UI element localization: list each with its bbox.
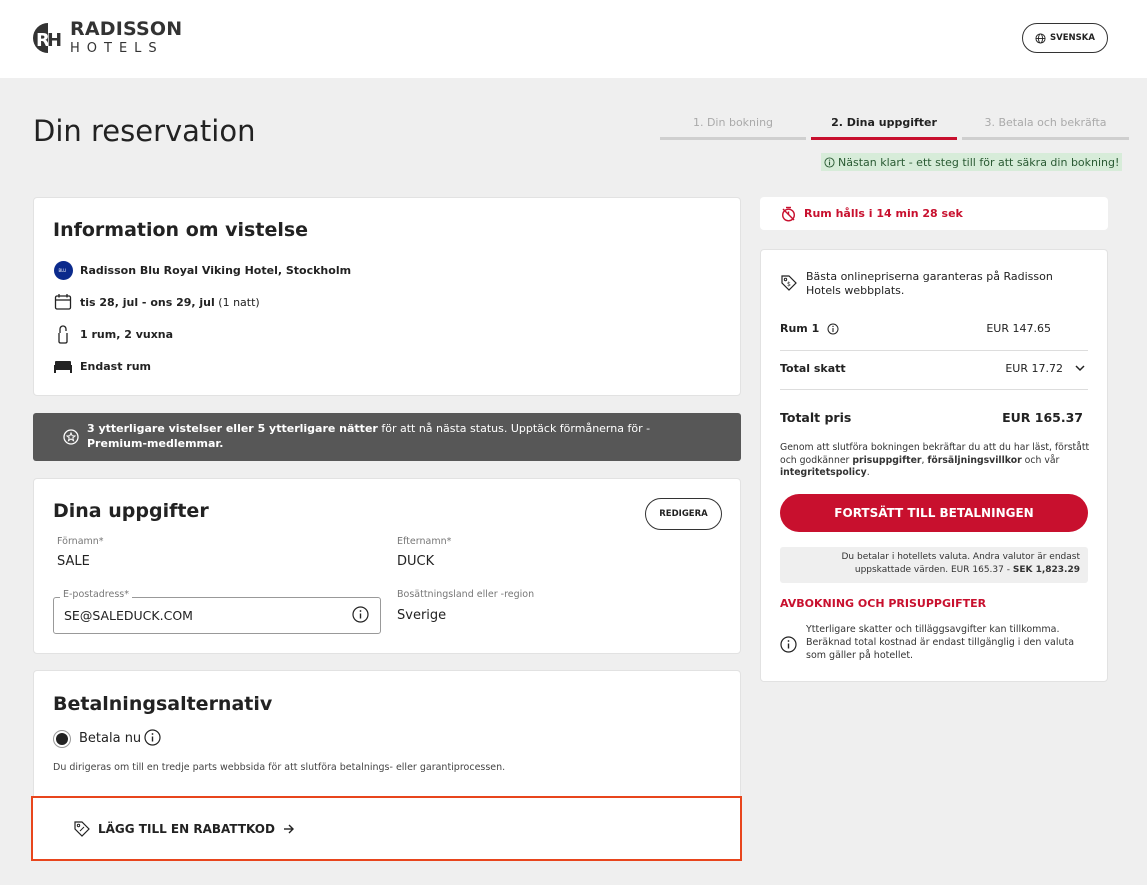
terms-text: Genom att slutföra bokningen bekräftar d…: [780, 442, 1090, 479]
total-label: Totalt pris: [780, 410, 852, 425]
room-info-icon[interactable]: [827, 323, 839, 335]
language-label: SVENSKA: [1050, 33, 1095, 43]
bed-icon: [53, 356, 73, 376]
edit-button[interactable]: REDIGERA: [645, 498, 722, 530]
details-title: Dina uppgifter: [53, 500, 209, 522]
pay-now-radio[interactable]: [53, 730, 71, 748]
hotel-row: BLU Radisson Blu Royal Viking Hotel, Sto…: [53, 260, 351, 280]
tax-note: Ytterligare skatter och tilläggsavgifter…: [806, 624, 1075, 661]
top-bar: R H RADISSON HOTELS SVENSKA: [0, 0, 1147, 78]
page-title: Din reservation: [33, 114, 256, 148]
dates-row: tis 28, jul - ons 29, jul (1 natt): [53, 292, 260, 312]
notice-text: Nästan klart - ett steg till för att säk…: [838, 155, 1120, 169]
logo-line-1: RADISSON: [70, 18, 183, 40]
payment-title: Betalningsalternativ: [53, 693, 273, 715]
radisson-logo[interactable]: R H RADISSON HOTELS: [33, 20, 182, 55]
last-name-value: DUCK: [397, 554, 435, 569]
last-name-label: Efternamn*: [397, 536, 452, 547]
language-button[interactable]: SVENSKA: [1022, 23, 1108, 53]
stay-nights: (1 natt): [218, 295, 260, 309]
country-value: Sverige: [397, 608, 447, 623]
stay-info-title: Information om vistelse: [53, 219, 309, 241]
tax-info-icon: [780, 636, 797, 653]
first-name-value: SALE: [57, 554, 90, 569]
door-tag-icon: [53, 324, 73, 344]
payment-note: Du dirigeras om till en tredje parts web…: [53, 762, 506, 773]
guests-text: 1 rum, 2 vuxna: [80, 327, 174, 341]
board-row: Endast rum: [53, 356, 151, 376]
svg-text:$: $: [787, 281, 791, 288]
room-label: Rum 1: [780, 322, 820, 335]
svg-text:H: H: [47, 30, 62, 51]
email-label: E-postadress*: [60, 589, 132, 600]
guest-details-card: Dina uppgifter REDIGERA Förnamn* SALE Ef…: [33, 478, 741, 654]
currency-sek: SEK 1,823.29: [1012, 564, 1080, 575]
discount-label: LÄGG TILL EN RABATTKOD: [98, 821, 275, 836]
stay-info-card: Information om vistelse BLU Radisson Blu…: [33, 197, 741, 396]
status-banner: 3 ytterligare vistelser eller 5 ytterlig…: [33, 413, 741, 461]
step-1[interactable]: 1. Din bokning: [660, 116, 806, 140]
star-badge-icon: [63, 429, 79, 445]
first-name-label: Förnamn*: [57, 536, 104, 547]
banner-text: för att nå nästa status. Upptäck förmåne…: [377, 422, 651, 436]
continue-to-payment-button[interactable]: FORTSÄTT TILL BETALNINGEN: [780, 494, 1088, 532]
stopwatch-icon: [781, 206, 796, 222]
calendar-icon: [53, 292, 73, 312]
total-value: EUR 165.37: [1002, 410, 1083, 425]
globe-icon: [1035, 32, 1046, 44]
arrow-right-icon: [283, 824, 294, 833]
step-2: 2. Dina uppgifter: [811, 116, 957, 140]
info-icon: [824, 156, 835, 168]
logo-line-2: HOTELS: [70, 41, 164, 56]
step-3: 3. Betala och bekräfta: [962, 116, 1129, 140]
room-price: EUR 147.65: [986, 322, 1051, 335]
tax-value: EUR 17.72: [1005, 362, 1063, 375]
hold-text: Rum hålls i 14 min 28 sek: [804, 207, 963, 220]
price-summary-card: $ Bästa onlinepriserna garanteras på Rad…: [760, 249, 1108, 682]
room-price-row: Rum 1 EUR 147.65: [780, 322, 1088, 335]
terms-privacy-link[interactable]: integritetspolicy: [780, 467, 867, 478]
progress-notice: Nästan klart - ett steg till för att säk…: [821, 153, 1123, 171]
chevron-down-icon[interactable]: [1075, 365, 1085, 372]
pay-info-icon[interactable]: [144, 729, 161, 746]
price-tag-icon: $: [781, 275, 797, 291]
email-value: SE@SALEDUCK.COM: [64, 608, 193, 623]
total-row: Totalt pris EUR 165.37: [780, 410, 1088, 425]
guests-row: 1 rum, 2 vuxna: [53, 324, 173, 344]
cancellation-link[interactable]: AVBOKNING OCH PRISUPPGIFTER: [780, 597, 986, 610]
add-discount-code-button[interactable]: LÄGG TILL EN RABATTKOD: [31, 796, 742, 861]
country-label: Bosättningsland eller -region: [397, 589, 535, 600]
banner-link[interactable]: Premium-medlemmar.: [87, 437, 223, 450]
banner-bold: 3 ytterligare vistelser eller 5 ytterlig…: [87, 422, 378, 436]
email-info-icon[interactable]: [352, 606, 369, 623]
currency-note: Du betalar i hotellets valuta. Andra val…: [780, 547, 1088, 583]
progress-steps: 1. Din bokning 2. Dina uppgifter 3. Beta…: [660, 116, 1129, 140]
stay-dates: tis 28, jul - ons 29, jul: [80, 295, 215, 309]
tag-icon: [74, 820, 90, 837]
tax-row[interactable]: Total skatt EUR 17.72: [780, 362, 1088, 375]
svg-text:BLU: BLU: [58, 268, 66, 273]
board-text: Endast rum: [80, 359, 151, 373]
hotel-name: Radisson Blu Royal Viking Hotel, Stockho…: [80, 263, 352, 277]
hotel-logo-icon: BLU: [53, 260, 73, 280]
pay-now-label[interactable]: Betala nu: [79, 731, 141, 746]
best-price-text: Bästa onlinepriserna garanteras på Radis…: [806, 270, 1053, 297]
rh-logo-icon: R H: [33, 21, 63, 55]
terms-sales-link[interactable]: försäljningsvillkor: [927, 455, 1021, 466]
room-hold-timer: Rum hålls i 14 min 28 sek: [760, 197, 1108, 230]
terms-pricing-link[interactable]: prisuppgifter: [852, 455, 921, 466]
tax-label: Total skatt: [780, 362, 846, 375]
